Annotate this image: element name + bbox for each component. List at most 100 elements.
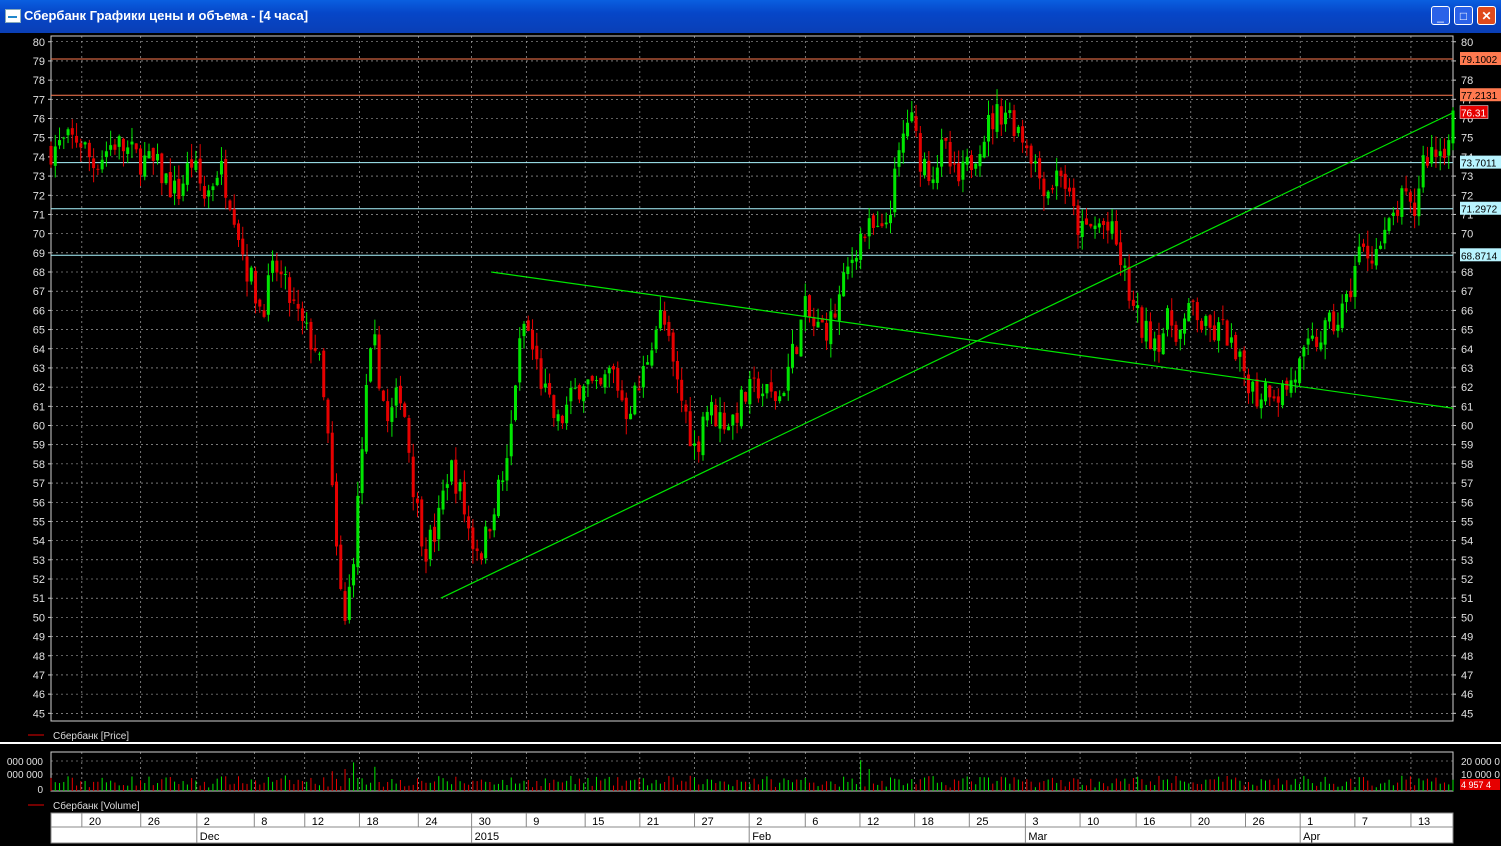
candle-up [181,183,185,196]
candle-down [680,379,684,401]
price-tick-label-right: 75 [1461,133,1473,145]
candle-down [918,133,922,172]
candle-down [616,367,620,391]
candle-down [398,385,402,404]
candle-up [369,348,373,382]
price-tick-label-left: 74 [33,152,45,164]
candle-down [70,128,74,135]
candle-up [1097,223,1101,228]
price-tick-label-left: 53 [33,555,45,567]
current-price-label: 76.31 [1461,109,1486,120]
candle-up [211,186,215,191]
candle-up [219,161,223,175]
level-label: 73.7011 [1461,159,1497,170]
candle-down [1089,223,1093,227]
candle-down [1276,396,1280,403]
price-tick-label-left: 68 [33,267,45,279]
candle-down [377,334,381,389]
candle-up [731,414,735,426]
candle-down [237,223,241,240]
candle-up [271,260,275,273]
price-tick-label-left: 56 [33,497,45,509]
candle-up [786,366,790,391]
candle-up [594,380,598,382]
price-tick-label-right: 58 [1461,459,1473,471]
candle-down [113,144,117,150]
candle-up [739,389,743,427]
close-button[interactable]: ✕ [1477,6,1496,25]
price-tick-label-right: 61 [1461,401,1473,413]
candle-down [833,313,837,318]
price-tick-label-right: 56 [1461,497,1473,509]
candle-down [663,310,667,325]
candle-down [381,390,385,401]
candle-up [761,393,765,397]
candle-up [854,257,858,262]
price-tick-label-left: 58 [33,459,45,471]
candle-down [1021,126,1025,143]
price-tick-label-left: 69 [33,248,45,260]
candle-down [92,158,96,169]
candle-up [143,155,147,177]
candle-down [49,145,53,165]
candle-up [496,479,500,517]
minimize-button[interactable]: _ [1431,6,1450,25]
level-label: 79.1002 [1461,55,1498,66]
candle-down [927,160,931,181]
price-tick-label-right: 64 [1461,344,1473,356]
candle-down [722,412,726,430]
level-label: 71.2972 [1461,205,1498,216]
candle-up [565,404,569,424]
price-tick-label-right: 65 [1461,325,1473,337]
price-tick-label-left: 46 [33,689,45,701]
price-tick-label-left: 76 [33,114,45,126]
price-tick-label-right: 66 [1461,305,1473,317]
candle-down [1362,243,1366,247]
candle-up [705,411,709,421]
candle-up [360,449,364,494]
candle-up [586,379,590,385]
date-tick-label: 26 [148,816,160,828]
candle-up [982,141,986,158]
candle-down [335,481,339,547]
month-tick-label: Apr [1303,831,1320,843]
candle-down [1127,266,1131,301]
candle-up [1217,322,1221,341]
candle-up [543,383,547,388]
candle-down [1106,221,1110,231]
candle-up [104,151,108,157]
price-tick-label-right: 45 [1461,708,1473,720]
candle-down [87,142,91,158]
candle-up [633,385,637,415]
candle-up [1263,382,1267,402]
candle-up [185,162,189,185]
candle-up [884,222,888,225]
candle-down [177,178,181,199]
candle-down [535,345,539,360]
candle-up [66,129,70,136]
candle-up [867,218,871,237]
candle-up [1153,338,1157,351]
candle-down [825,322,829,341]
candle-up [1289,380,1293,393]
price-tick-label-right: 68 [1461,267,1473,279]
candle-up [1306,338,1310,345]
candle-down [479,553,483,560]
candle-down [552,395,556,419]
candle-down [1425,157,1429,166]
price-tick-label-left: 66 [33,305,45,317]
candle-up [1319,342,1323,350]
candle-up [965,156,969,165]
candle-down [773,391,777,402]
price-tick-label-left: 73 [33,171,45,183]
candle-up [1438,151,1442,156]
candle-up [513,385,517,421]
candle-up [266,275,270,315]
candle-up [1302,347,1306,357]
candle-down [795,347,799,355]
price-tick-label-right: 72 [1461,190,1473,202]
price-tick-label-right: 53 [1461,555,1473,567]
candle-up [1093,225,1097,230]
price-tick-label-right: 73 [1461,171,1473,183]
maximize-button[interactable]: □ [1454,6,1473,25]
